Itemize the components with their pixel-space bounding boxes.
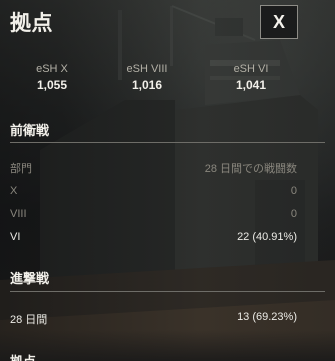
row-value: 13 (69.23%): [237, 311, 297, 323]
tier-name: eSH X: [36, 63, 68, 75]
tier-viii: eSH VIII 1,016: [92, 63, 202, 92]
tier-value: 1,055: [36, 78, 68, 92]
tier-vi: eSH VI 1,041: [196, 63, 306, 92]
row-value: 0: [290, 208, 297, 220]
tier-value: 1,016: [131, 78, 163, 92]
tier-value: 1,041: [235, 78, 267, 92]
stronghold-panel: 拠点 X eSH X 1,055 eSH VIII 1,016 eSH VI 1…: [0, 0, 335, 361]
assault-heading: 進撃戦: [10, 271, 50, 286]
defense-heading: 前衛戦: [10, 123, 50, 138]
row-value: 22 (40.91%): [237, 231, 297, 243]
tier-name: eSH VI: [233, 63, 269, 75]
next-section-heading: 拠点: [10, 351, 36, 361]
assault-row-28days: 28 日間 13 (69.23%): [10, 311, 297, 327]
defense-row-x: X 0: [10, 185, 297, 201]
row-label: VI: [10, 231, 21, 243]
tier-name: eSH VIII: [126, 63, 168, 75]
row-label: X: [10, 185, 18, 197]
defense-row-viii: VIII 0: [10, 208, 297, 224]
division-header: 部門: [10, 163, 32, 175]
row-value: 0: [290, 185, 297, 197]
tier-x: eSH X 1,055: [0, 63, 107, 92]
battles-header: 28 日間での戦闘数: [204, 163, 297, 175]
section-divider: [10, 142, 325, 143]
section-divider: [10, 291, 325, 292]
defense-column-header: 部門 28 日間での戦闘数: [10, 160, 297, 176]
close-button[interactable]: X: [260, 5, 298, 39]
row-label: 28 日間: [10, 314, 48, 326]
row-label: VIII: [10, 208, 27, 220]
tier-ratings: eSH X 1,055 eSH VIII 1,016 eSH VI 1,041: [0, 63, 335, 99]
defense-row-vi: VI 22 (40.91%): [10, 231, 297, 247]
bottom-fade: [0, 330, 335, 361]
page-title: 拠点: [10, 12, 53, 35]
